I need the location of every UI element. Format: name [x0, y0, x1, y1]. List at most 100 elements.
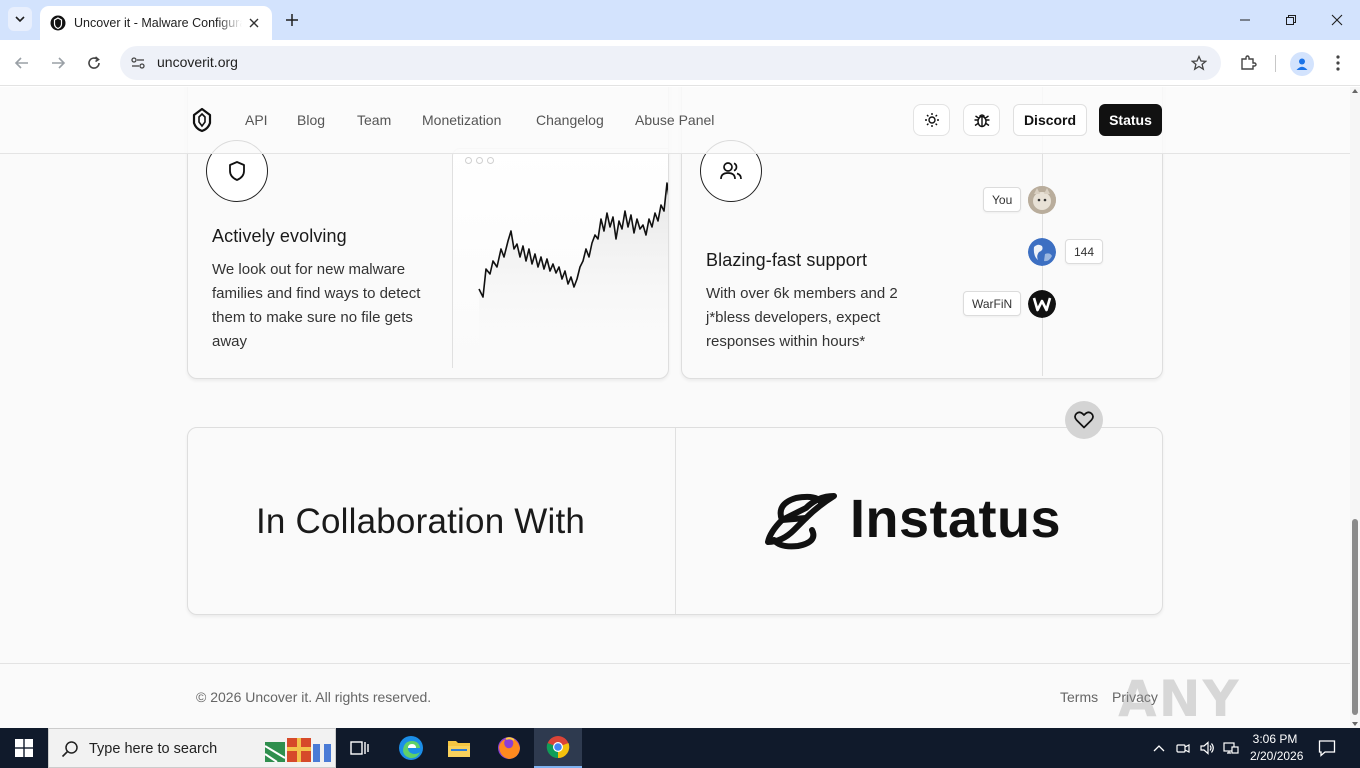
scrollbar-thumb[interactable] — [1352, 519, 1358, 715]
site-info-icon[interactable] — [128, 53, 148, 73]
favorite-button[interactable] — [1065, 401, 1103, 439]
reload-button[interactable] — [82, 51, 106, 75]
back-button[interactable] — [10, 51, 34, 75]
toolbar-separator — [1275, 55, 1276, 72]
users-icon — [720, 162, 742, 180]
arrow-left-icon — [14, 57, 28, 69]
taskbar-file-explorer[interactable] — [435, 728, 483, 768]
user-avatar-w-logo — [1028, 290, 1056, 318]
new-tab-button[interactable] — [282, 10, 302, 30]
taskbar-search-box[interactable]: Type here to search — [48, 728, 336, 768]
tray-volume-icon[interactable] — [1199, 740, 1215, 756]
report-bug-button[interactable] — [963, 104, 1000, 136]
heart-icon — [1074, 411, 1094, 429]
growth-chart-panel — [452, 148, 668, 369]
arrow-right-icon — [52, 57, 66, 69]
discord-button[interactable]: Discord — [1013, 104, 1087, 136]
task-view-icon — [350, 741, 369, 755]
person-icon — [1296, 58, 1308, 70]
bookmark-star-icon[interactable] — [1189, 53, 1209, 73]
footer-link-terms[interactable]: Terms — [1060, 689, 1098, 705]
chat-chip-you: You — [983, 187, 1022, 212]
chart-area — [479, 183, 668, 369]
chat-chip-count: 144 — [1065, 239, 1104, 264]
address-bar[interactable]: uncoverit.org — [120, 46, 1221, 80]
forward-button[interactable] — [46, 51, 70, 75]
browser-tab-strip: Uncover it - Malware Configura — [0, 0, 1360, 40]
gift-boxes-icon — [264, 738, 331, 763]
collaboration-divider — [675, 428, 676, 614]
close-icon — [1331, 14, 1343, 26]
feature-description: We look out for new malware families and… — [212, 261, 421, 350]
minimize-button[interactable] — [1235, 10, 1255, 30]
restore-button[interactable] — [1281, 10, 1301, 30]
user-avatar-earth — [1028, 238, 1056, 266]
browser-toolbar: uncoverit.org — [0, 40, 1360, 86]
site-footer: © 2026 Uncover it. All rights reserved. … — [0, 663, 1350, 728]
task-view-button[interactable] — [336, 728, 384, 768]
kebab-menu-icon — [1336, 55, 1340, 71]
theme-toggle-button[interactable] — [913, 104, 950, 136]
collaboration-heading: In Collaboration With — [256, 502, 586, 541]
windows-logo-icon — [15, 739, 33, 757]
status-button[interactable]: Status — [1099, 104, 1162, 136]
nav-link-abuse-panel[interactable]: Abuse Panel — [635, 112, 714, 128]
nav-link-blog[interactable]: Blog — [297, 112, 325, 128]
sun-icon — [924, 113, 939, 127]
tab-search-button[interactable] — [8, 7, 32, 31]
bug-icon — [974, 114, 989, 128]
restore-icon — [1286, 15, 1296, 25]
extensions-button[interactable] — [1236, 51, 1260, 75]
tab-title: Uncover it - Malware Configura — [74, 16, 242, 30]
collaboration-card: In Collaboration With Instatus — [187, 427, 1163, 615]
nav-link-monetization[interactable]: Monetization — [422, 112, 501, 128]
taskbar-search-placeholder: Type here to search — [89, 741, 218, 757]
nav-link-changelog[interactable]: Changelog — [536, 112, 604, 128]
taskbar-edge[interactable] — [387, 728, 435, 768]
puzzle-icon — [1241, 55, 1257, 70]
clock-date: 2/20/2026 — [1250, 749, 1304, 763]
start-button[interactable] — [0, 728, 48, 768]
profile-button[interactable] — [1290, 52, 1314, 76]
tray-overflow-chevron-icon[interactable] — [1151, 740, 1167, 756]
nav-link-team[interactable]: Team — [357, 112, 391, 128]
instatus-logo-icon[interactable] — [762, 490, 838, 550]
notification-center-icon[interactable] — [1318, 739, 1336, 757]
nav-link-api[interactable]: API — [245, 112, 268, 128]
copyright-text: © 2026 Uncover it. All rights reserved. — [196, 689, 432, 705]
tab-close-icon[interactable] — [246, 15, 262, 31]
minimize-icon — [1240, 19, 1250, 21]
growth-line-chart — [478, 182, 668, 369]
taskbar-chrome-active[interactable] — [534, 728, 582, 768]
folder-icon — [448, 741, 470, 757]
clock-time: 3:06 PM — [1252, 732, 1298, 746]
uncoverit-favicon-icon — [50, 15, 66, 31]
tray-network-icon[interactable] — [1223, 740, 1239, 756]
chat-chip-warfin: WarFiN — [963, 291, 1022, 316]
page-scrollbar[interactable] — [1350, 87, 1360, 728]
feature-title: Actively evolving — [212, 226, 347, 246]
taskbar-clock[interactable]: 3:06 PM 2/20/2026 — [1250, 731, 1304, 765]
chevron-down-icon — [15, 16, 25, 23]
anyrun-watermark: ANY RUN — [1118, 664, 1318, 728]
url-text[interactable]: uncoverit.org — [157, 54, 238, 70]
user-avatar-cat — [1028, 186, 1056, 214]
close-window-button[interactable] — [1327, 10, 1347, 30]
tray-meet-now-icon[interactable] — [1175, 740, 1191, 756]
taskbar-firefox[interactable] — [485, 728, 533, 768]
plus-icon — [286, 14, 298, 26]
feature-description: With over 6k members and 2 j*bless devel… — [706, 285, 898, 350]
chrome-menu-button[interactable] — [1326, 51, 1350, 75]
search-icon — [61, 741, 78, 758]
instatus-wordmark[interactable]: Instatus — [850, 488, 1061, 550]
shield-icon — [229, 161, 245, 181]
scroll-down-arrow-icon[interactable] — [1352, 722, 1358, 726]
edge-icon — [399, 736, 423, 760]
firefox-icon — [498, 737, 520, 759]
scroll-up-arrow-icon[interactable] — [1352, 89, 1358, 93]
uncoverit-logo-icon[interactable] — [190, 107, 214, 133]
chrome-icon — [546, 736, 570, 759]
browser-tab-active[interactable]: Uncover it - Malware Configura — [40, 6, 272, 40]
site-navbar: API Blog Team Monetization Changelog Abu… — [0, 87, 1350, 154]
watermark-text: ANY RUN — [1118, 670, 1241, 728]
